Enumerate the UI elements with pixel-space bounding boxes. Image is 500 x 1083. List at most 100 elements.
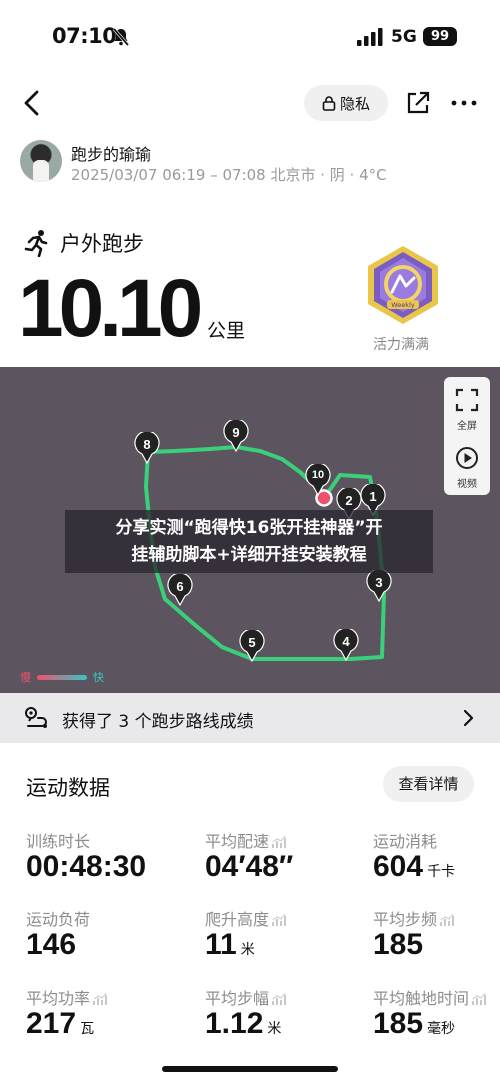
route-marker-10: 10 bbox=[305, 464, 331, 496]
trend-chart-icon bbox=[440, 914, 455, 926]
stat-value: 04′48″ bbox=[205, 850, 293, 884]
overlay-banner: 分享实测“跑得快16张开挂神器”开 挂辅助脚本+详细开挂安装教程 bbox=[65, 510, 433, 573]
stat-value: 185 bbox=[373, 928, 423, 962]
stats-title: 运动数据 bbox=[26, 776, 110, 800]
stat-label: 平均功率 bbox=[26, 985, 108, 1009]
stat-label: 平均步频 bbox=[373, 906, 455, 930]
stat-number: 04′48″ bbox=[205, 850, 294, 883]
trend-chart-icon bbox=[272, 914, 287, 926]
route-marker-label: 3 bbox=[375, 575, 383, 590]
stat-value: 217 瓦 bbox=[26, 1007, 94, 1041]
stat-number: 11 bbox=[205, 928, 237, 961]
more-icon[interactable] bbox=[450, 90, 478, 116]
stat-number: 146 bbox=[26, 928, 77, 961]
trend-chart-icon bbox=[472, 993, 487, 1005]
map-toolbar: 全屏 视频 bbox=[444, 377, 490, 495]
stat-number: 604 bbox=[373, 850, 424, 883]
trend-chart-icon bbox=[272, 993, 287, 1005]
stat-item: 平均功率 217 瓦 bbox=[26, 985, 186, 1051]
stat-unit: 瓦 bbox=[80, 1021, 95, 1037]
route-marker-label: 2 bbox=[345, 493, 353, 508]
route-marker-label: 9 bbox=[232, 425, 240, 440]
stat-value: 146 bbox=[26, 928, 76, 962]
share-icon[interactable] bbox=[405, 90, 431, 116]
speed-gradient bbox=[37, 674, 87, 680]
trend-chart-icon bbox=[272, 836, 287, 848]
status-time: 07:10 bbox=[52, 24, 117, 48]
activity-type: 户外跑步 bbox=[24, 228, 144, 258]
stat-value: 604 千卡 bbox=[373, 850, 455, 884]
route-marker-label: 5 bbox=[248, 635, 256, 650]
fullscreen-icon bbox=[455, 388, 479, 412]
video-button[interactable]: 视频 bbox=[444, 437, 490, 493]
route-marker-4: 4 bbox=[333, 629, 359, 661]
distance-value: 10.10 bbox=[18, 263, 203, 354]
distance-unit: 公里 bbox=[207, 320, 246, 342]
route-pin-icon bbox=[25, 707, 47, 728]
stat-label: 平均配速 bbox=[205, 828, 287, 852]
route-marker-6: 6 bbox=[167, 574, 193, 606]
battery-indicator: 99 bbox=[423, 27, 457, 46]
fullscreen-button[interactable]: 全屏 bbox=[444, 379, 490, 435]
view-details-button[interactable]: 查看详情 bbox=[383, 766, 474, 802]
stat-item: 训练时长 00:48:30 bbox=[26, 828, 186, 894]
stat-unit: 千卡 bbox=[427, 864, 456, 880]
stat-unit: 米 bbox=[240, 942, 255, 958]
route-marker-label: 6 bbox=[176, 579, 184, 594]
network-type: 5G bbox=[391, 27, 417, 47]
stat-unit: 毫秒 bbox=[427, 1021, 456, 1037]
back-arrow-icon[interactable] bbox=[20, 89, 44, 117]
chevron-right-icon bbox=[463, 709, 474, 727]
route-marker-label: 10 bbox=[311, 469, 325, 481]
badge-text: Weekly bbox=[391, 301, 415, 309]
avatar[interactable] bbox=[20, 140, 62, 182]
speed-slow-label: 慢 bbox=[20, 671, 31, 684]
achievement-text: 获得了 3 个跑步路线成绩 bbox=[62, 712, 254, 732]
route-achievement-row[interactable]: 获得了 3 个跑步路线成绩 bbox=[0, 693, 500, 743]
route-marker-9: 9 bbox=[223, 420, 249, 452]
status-bar: 07:10 5G 99 bbox=[0, 0, 500, 70]
overlay-text-line-1: 分享实测“跑得快16张开挂神器”开 bbox=[115, 518, 383, 538]
home-indicator[interactable] bbox=[162, 1066, 338, 1072]
fullscreen-label: 全屏 bbox=[457, 421, 477, 432]
stat-label: 运动负荷 bbox=[26, 910, 91, 929]
stat-item: 运动消耗 604 千卡 bbox=[373, 828, 500, 894]
play-icon bbox=[456, 447, 478, 469]
speed-legend: 慢 快 bbox=[20, 669, 104, 685]
stat-number: 217 bbox=[26, 1007, 77, 1040]
stat-number: 00:48:30 bbox=[26, 850, 147, 883]
speed-fast-label: 快 bbox=[93, 671, 104, 684]
stat-label: 平均触地时间 bbox=[373, 985, 487, 1009]
stat-item: 平均触地时间 185 毫秒 bbox=[373, 985, 500, 1051]
stat-label: 爬升高度 bbox=[205, 906, 287, 930]
stat-item: 运动负荷 146 bbox=[26, 906, 186, 972]
stat-item: 平均步频 185 bbox=[373, 906, 500, 972]
privacy-button[interactable]: 隐私 bbox=[304, 85, 388, 121]
route-map[interactable]: 1 2 3 4 5 6 8 9 10 分享实测“跑得快16张开挂神器”开 挂辅助脚本+详细开挂安… bbox=[0, 367, 500, 693]
lock-icon bbox=[322, 96, 336, 111]
user-name[interactable]: 跑步的瑜瑜 bbox=[71, 141, 151, 165]
route-marker-label: 1 bbox=[369, 489, 377, 504]
user-info: 跑步的瑜瑜 2025/03/07 06:19 – 07:08 北京市 · 阴 ·… bbox=[20, 140, 480, 184]
stat-number: 185 bbox=[373, 928, 424, 961]
trend-chart-icon bbox=[93, 993, 108, 1005]
privacy-label: 隐私 bbox=[339, 94, 370, 113]
weekly-badge-icon[interactable]: Weekly bbox=[364, 244, 442, 326]
stat-item: 平均步幅 1.12 米 bbox=[205, 985, 365, 1051]
stat-unit: 米 bbox=[267, 1021, 282, 1037]
video-label: 视频 bbox=[457, 479, 477, 490]
runner-icon bbox=[24, 230, 48, 257]
route-marker-3: 3 bbox=[366, 570, 392, 602]
stat-label: 运动消耗 bbox=[373, 832, 438, 851]
activity-label: 户外跑步 bbox=[60, 232, 144, 256]
badge-label: 活力满满 bbox=[373, 337, 429, 353]
overlay-text-line-2: 挂辅助脚本+详细开挂安装教程 bbox=[131, 545, 367, 565]
stat-value: 11 米 bbox=[205, 928, 255, 962]
stat-value: 00:48:30 bbox=[26, 850, 146, 884]
bell-muted-icon bbox=[112, 27, 130, 47]
stat-value: 185 毫秒 bbox=[373, 1007, 455, 1041]
activity-meta: 2025/03/07 06:19 – 07:08 北京市 · 阴 · 4°C bbox=[71, 166, 387, 184]
stat-value: 1.12 米 bbox=[205, 1007, 281, 1041]
nav-bar: 隐私 bbox=[0, 80, 500, 126]
route-marker-label: 8 bbox=[143, 437, 151, 452]
